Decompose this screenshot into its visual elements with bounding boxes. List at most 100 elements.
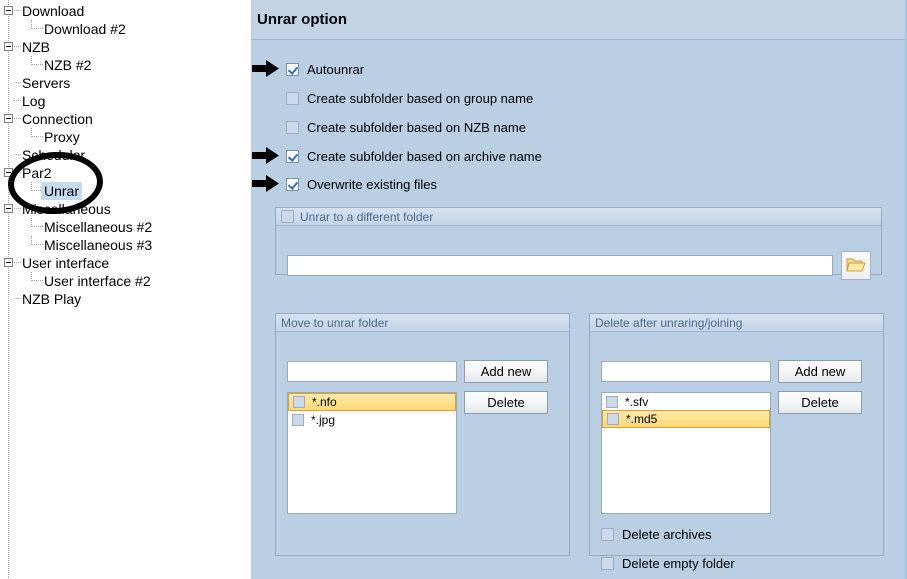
checkbox-label: Autounrar [307, 61, 365, 77]
list-item-checkbox[interactable] [606, 395, 618, 408]
sidebar-item-scheduler[interactable]: Scheduler [0, 146, 251, 164]
sidebar-item-download[interactable]: Download [0, 2, 251, 20]
tree-connector-line [14, 298, 21, 300]
checkbox-label: Create subfolder based on archive name [307, 148, 542, 164]
arrow-right-icon [252, 60, 279, 77]
sidebar-item-miscellaneous-3[interactable]: Miscellaneous #3 [0, 236, 251, 254]
settings-window: Download Download #2 NZB NZB #2 Servers Log Co… [0, 0, 907, 579]
sidebar-item-download-2[interactable]: Download #2 [0, 20, 251, 38]
checkbox-create-subfolder-based-on-nzb-name[interactable] [286, 120, 299, 134]
unrar-different-folder-header[interactable]: Unrar to a different folder [276, 208, 881, 226]
sidebar-item-label: Proxy [44, 129, 80, 145]
delete-delete-button[interactable]: Delete [778, 391, 862, 414]
sidebar-item-label: Servers [22, 75, 71, 91]
sidebar-item-miscellaneous[interactable]: Miscellaneous [0, 200, 251, 218]
delete-filter-list[interactable]: *.sfv *.md5 [601, 392, 771, 514]
tree-connector-line [32, 136, 43, 138]
sidebar-item-label: Connection [22, 111, 93, 127]
sidebar-item-label: Download [22, 3, 85, 19]
sidebar-item-connection[interactable]: Connection [0, 110, 251, 128]
unrar-different-folder-title: Unrar to a different folder [300, 209, 434, 224]
sidebar-item-label: User interface [22, 255, 110, 271]
sidebar-item-label: Miscellaneous #3 [44, 237, 153, 253]
move-delete-button[interactable]: Delete [464, 391, 548, 414]
tree-expander-icon[interactable] [4, 42, 13, 51]
sidebar-item-proxy[interactable]: Proxy [0, 128, 251, 146]
checkbox-delete-archives[interactable] [601, 527, 614, 541]
delete-extra-checkbox-row[interactable]: Delete empty folder [601, 555, 735, 571]
tree-connector-line [14, 154, 21, 156]
browse-folder-button[interactable] [841, 251, 871, 280]
list-item-label: *.md5 [626, 412, 658, 426]
tree-expander-icon[interactable] [4, 6, 13, 15]
option-checkbox-row[interactable]: Create subfolder based on archive name [286, 148, 542, 164]
unrar-different-folder-group: Unrar to a different folder [275, 207, 882, 280]
settings-navigation-tree[interactable]: Download Download #2 NZB NZB #2 Servers Log Co… [0, 0, 252, 579]
checkbox-label: Delete empty folder [622, 555, 735, 571]
move-to-unrar-folder-group: Move to unrar folder Add new Delete *.nf… [275, 313, 570, 556]
checkbox-label: Overwrite existing files [307, 176, 438, 192]
tree-connector-line [32, 28, 43, 30]
move-group-header: Move to unrar folder [276, 314, 569, 332]
list-item-checkbox[interactable] [293, 396, 305, 408]
move-add-new-button[interactable]: Add new [464, 360, 548, 383]
option-checkbox-row[interactable]: Autounrar [286, 61, 364, 77]
move-filter-input[interactable] [287, 361, 457, 382]
sidebar-item-unrar[interactable]: Unrar [0, 182, 251, 200]
unrar-different-folder-checkbox[interactable] [281, 210, 294, 223]
sidebar-item-user-interface[interactable]: User interface [0, 254, 251, 272]
folder-open-icon [846, 258, 866, 272]
move-add-new-label: Add new [480, 364, 532, 379]
sidebar-item-label: NZB Play [22, 291, 82, 307]
move-filter-list[interactable]: *.nfo *.jpg [287, 392, 457, 514]
arrow-annotation [252, 59, 280, 78]
checkbox-create-subfolder-based-on-archive-name[interactable] [286, 149, 299, 163]
sidebar-item-label: NZB [22, 39, 50, 55]
sidebar-item-label: Scheduler [22, 147, 86, 163]
tree-expander-icon[interactable] [4, 168, 13, 177]
tree-connector-line [14, 82, 21, 84]
list-item[interactable]: *.jpg [288, 411, 456, 428]
list-item[interactable]: *.nfo [288, 393, 456, 411]
sidebar-item-servers[interactable]: Servers [0, 74, 251, 92]
list-item[interactable]: *.md5 [602, 410, 770, 428]
delete-group-header: Delete after unraring/joining [590, 314, 883, 332]
page-title: Unrar option [257, 11, 347, 28]
sidebar-item-log[interactable]: Log [0, 92, 251, 110]
tree-connector-line [14, 46, 21, 48]
sidebar-item-par2[interactable]: Par2 [0, 164, 251, 182]
option-checkbox-row[interactable]: Overwrite existing files [286, 176, 437, 192]
list-item[interactable]: *.sfv [602, 393, 770, 410]
delete-extra-checkbox-row[interactable]: Delete archives [601, 526, 712, 542]
list-item-checkbox[interactable] [607, 413, 619, 425]
tree-connector-line [14, 262, 21, 264]
checkbox-create-subfolder-based-on-group-name[interactable] [286, 91, 299, 105]
checkbox-label: Delete archives [622, 526, 712, 542]
sidebar-item-user-interface-2[interactable]: User interface #2 [0, 272, 251, 290]
tree-expander-icon[interactable] [4, 258, 13, 267]
arrow-annotation [252, 174, 280, 193]
sidebar-item-nzb-play[interactable]: NZB Play [0, 290, 251, 308]
option-checkbox-row[interactable]: Create subfolder based on NZB name [286, 119, 526, 135]
sidebar-item-nzb-2[interactable]: NZB #2 [0, 56, 251, 74]
tree-connector-line [14, 172, 21, 174]
unrar-folder-path-input[interactable] [287, 255, 833, 276]
sidebar-item-nzb[interactable]: NZB [0, 38, 251, 56]
delete-filter-input[interactable] [601, 361, 771, 382]
option-checkbox-row[interactable]: Create subfolder based on group name [286, 90, 533, 106]
sidebar-item-label: NZB #2 [44, 57, 92, 73]
sidebar-item-label: Miscellaneous #2 [44, 219, 153, 235]
checkbox-delete-empty-folder[interactable] [601, 556, 614, 570]
panel-content: Autounrar Create subfolder based on group… [252, 40, 905, 578]
sidebar-item-label: Log [22, 93, 46, 109]
checkbox-autounrar[interactable] [286, 62, 299, 76]
checkbox-label: Create subfolder based on group name [307, 90, 534, 106]
list-item-checkbox[interactable] [292, 413, 304, 426]
sidebar-item-label: Par2 [22, 165, 52, 181]
tree-expander-icon[interactable] [4, 114, 13, 123]
sidebar-item-miscellaneous-2[interactable]: Miscellaneous #2 [0, 218, 251, 236]
checkbox-overwrite-existing-files[interactable] [286, 177, 299, 191]
tree-expander-icon[interactable] [4, 204, 13, 213]
delete-add-new-button[interactable]: Add new [778, 360, 862, 383]
tree-connector-line [32, 280, 43, 282]
